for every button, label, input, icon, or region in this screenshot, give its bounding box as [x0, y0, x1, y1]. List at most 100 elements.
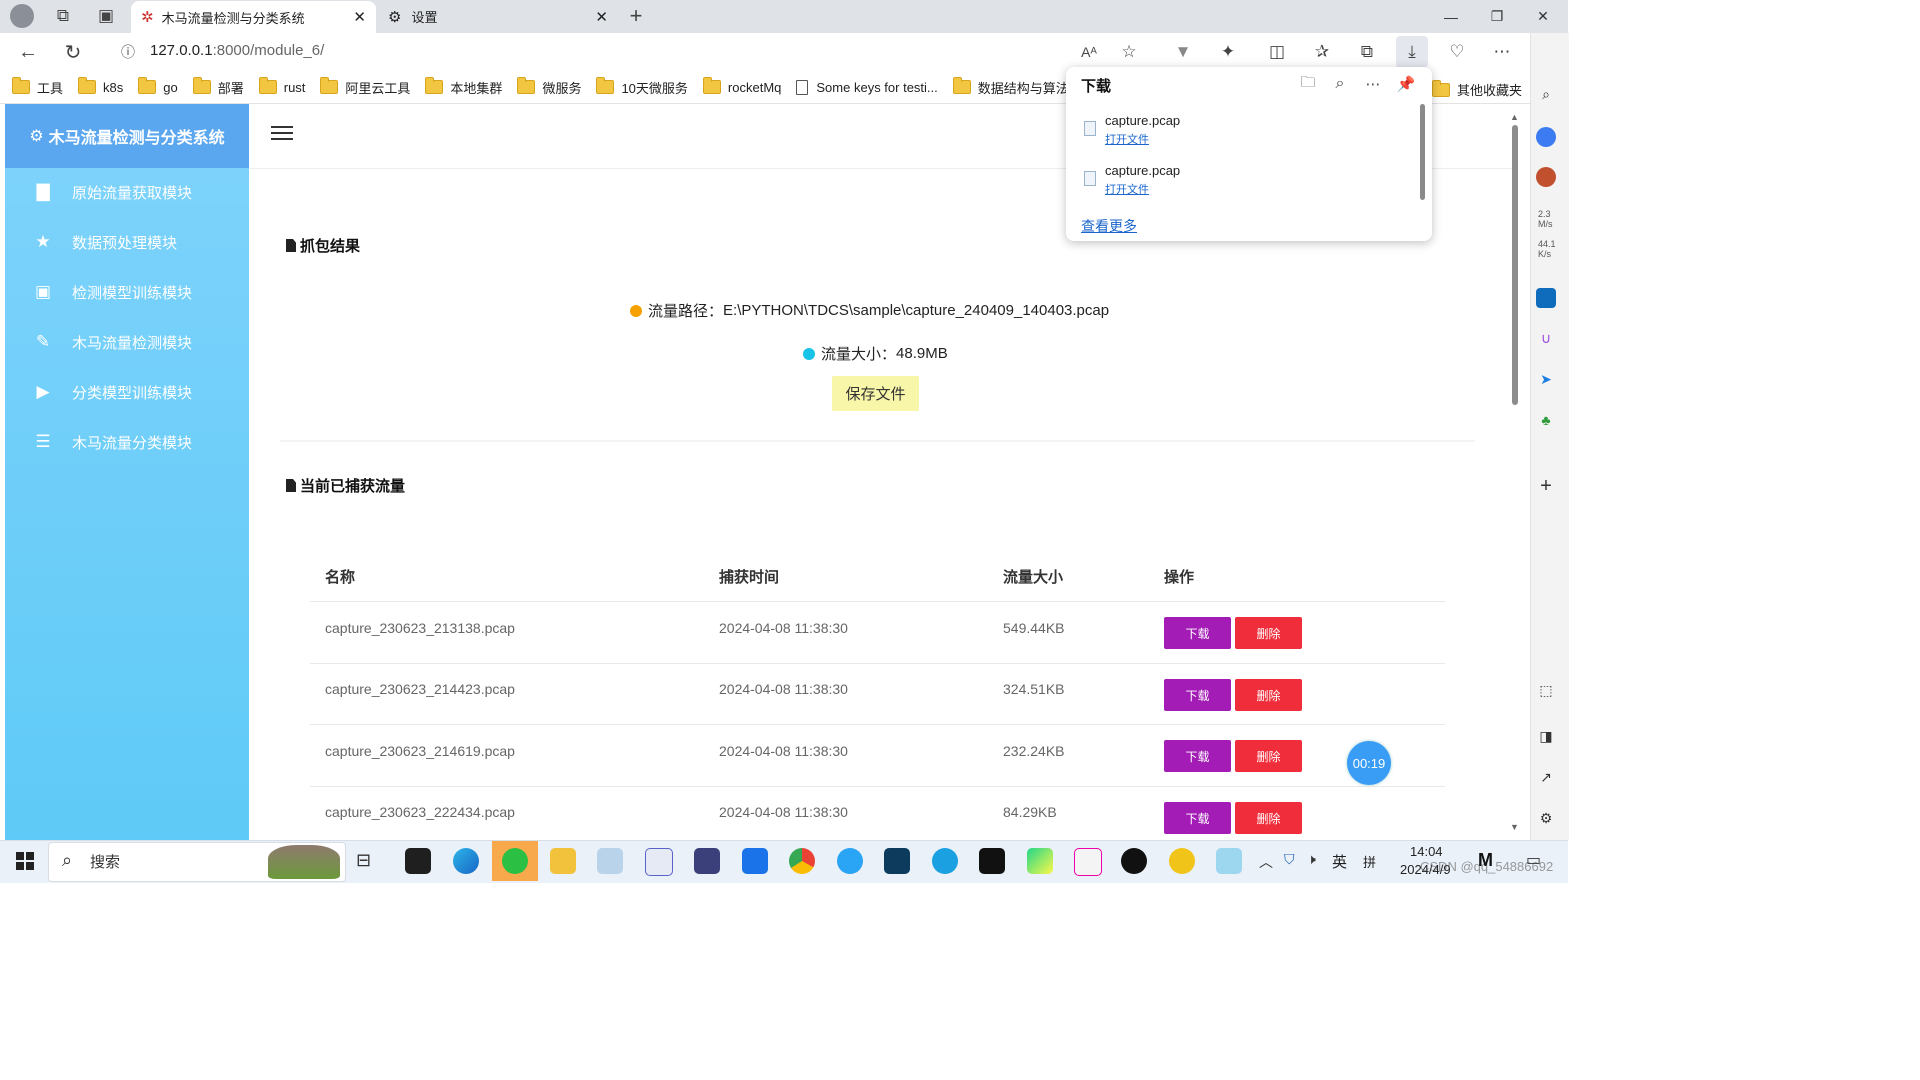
scroll-up-icon[interactable]: ▲	[1510, 112, 1519, 122]
sidebar-toggle-icon[interactable]: ◨	[1536, 726, 1556, 746]
minimize-icon[interactable]: —	[1428, 0, 1474, 33]
sidebar-settings-icon[interactable]: ⚙	[1536, 808, 1556, 828]
bookmark-folder[interactable]: k8s	[78, 77, 123, 95]
outlook-icon[interactable]	[1536, 288, 1556, 308]
tree-icon[interactable]: ♣	[1536, 410, 1556, 430]
toolbox-icon[interactable]	[1536, 167, 1556, 187]
wechat-icon[interactable]	[502, 848, 528, 874]
download-button[interactable]: 下载	[1164, 679, 1231, 711]
bookmark-folder[interactable]: 微服务	[517, 77, 581, 97]
downloads-more-icon[interactable]: ⋯	[1357, 68, 1389, 100]
menu-item-detect[interactable]: ✎ 木马流量检测模块	[5, 317, 249, 367]
rings-app-icon[interactable]	[1169, 848, 1195, 874]
magnet-icon[interactable]: ∪	[1536, 328, 1556, 348]
download-item-name[interactable]: capture.pcap	[1105, 113, 1180, 128]
pycharm-icon[interactable]	[1027, 848, 1053, 874]
open-file-link[interactable]: 打开文件	[1105, 181, 1149, 197]
tray-shield-icon[interactable]: ⛉	[1284, 851, 1295, 868]
download-button[interactable]: 下载	[1164, 617, 1231, 649]
bookmark-folder[interactable]: 本地集群	[425, 77, 502, 97]
console-icon[interactable]	[979, 848, 1005, 874]
ide-x-icon[interactable]	[884, 848, 910, 874]
bookmark-folder[interactable]: 数据结构与算法	[952, 77, 1069, 97]
close-tab-icon[interactable]: ✕	[595, 8, 608, 26]
bookmark-folder[interactable]: 10天微服务	[596, 77, 688, 97]
downloads-icon[interactable]: ⤓	[1396, 36, 1428, 68]
split-screen-icon[interactable]: ◫	[1261, 36, 1293, 68]
delete-button[interactable]: 删除	[1235, 679, 1302, 711]
chat-app-icon[interactable]	[932, 848, 958, 874]
url-field[interactable]: 127.0.0.1:8000/module_6/	[150, 42, 324, 59]
markdown-editor-icon[interactable]	[645, 848, 673, 876]
delete-button[interactable]: 删除	[1235, 617, 1302, 649]
image-viewer-icon[interactable]	[597, 848, 623, 874]
search-icon[interactable]: ⌕	[1536, 84, 1556, 104]
view-more-link[interactable]: 查看更多	[1081, 216, 1137, 236]
other-favorites[interactable]: 其他收藏夹	[1432, 79, 1522, 99]
favorites-icon[interactable]: ✰	[1306, 36, 1338, 68]
download-button[interactable]: 下载	[1164, 802, 1231, 834]
page-scrollbar[interactable]	[1512, 125, 1518, 405]
menu-item-raw-capture[interactable]: ▇ 原始流量获取模块	[5, 167, 249, 217]
qq-icon[interactable]	[1121, 848, 1147, 874]
menu-item-classify[interactable]: ☰ 木马流量分类模块	[5, 417, 249, 467]
pin-icon[interactable]: 📌	[1390, 68, 1422, 100]
edge-browser-icon[interactable]	[453, 848, 479, 874]
favorite-star-icon[interactable]: ☆	[1113, 36, 1145, 68]
read-aloud-icon[interactable]: Aᴬ	[1073, 36, 1105, 68]
app-brand[interactable]: ⚙ 木马流量检测与分类系统	[5, 104, 249, 168]
open-folder-icon[interactable]: 🗀	[1292, 68, 1324, 100]
save-file-button[interactable]: 保存文件	[832, 376, 919, 411]
restore-icon[interactable]: ❐	[1474, 0, 1520, 33]
extensions-puzzle-icon[interactable]: ✦	[1212, 36, 1244, 68]
back-icon[interactable]: ←	[12, 36, 44, 68]
delete-button[interactable]: 删除	[1235, 740, 1302, 772]
search-downloads-icon[interactable]: ⌕	[1324, 68, 1356, 100]
notification-icon[interactable]: ▭	[1526, 850, 1541, 870]
bookmark-folder[interactable]: rust	[258, 77, 305, 95]
collections-icon[interactable]: ⧉	[1351, 36, 1383, 68]
task-view-icon[interactable]: ⊟	[356, 850, 371, 871]
bookmark-folder[interactable]: go	[138, 77, 178, 95]
note-app-icon[interactable]	[1216, 848, 1242, 874]
menu-item-classify-train[interactable]: ▶ 分类模型训练模块	[5, 367, 249, 417]
bookmark-folder[interactable]: 工具	[12, 77, 63, 97]
open-external-icon[interactable]: ↗	[1536, 767, 1556, 787]
tab-actions-icon[interactable]: ▣	[90, 0, 122, 32]
download-item-name[interactable]: capture.pcap	[1105, 163, 1180, 178]
menu-item-detect-train[interactable]: ▣ 检测模型训练模块	[5, 267, 249, 317]
menu-item-preprocess[interactable]: ★ 数据预处理模块	[5, 217, 249, 267]
tab-settings[interactable]: ⚙ 设置 ✕	[378, 0, 618, 33]
file-explorer-icon[interactable]	[550, 848, 576, 874]
close-tab-icon[interactable]: ✕	[353, 8, 366, 26]
input-language[interactable]: 英	[1332, 851, 1347, 872]
volume-icon[interactable]: 🕨	[1307, 851, 1316, 868]
extension-v-icon[interactable]: ▼	[1167, 36, 1199, 68]
windows-start-icon[interactable]	[16, 852, 34, 870]
workspaces-icon[interactable]: ⧉	[47, 0, 79, 32]
window-close-icon[interactable]: ✕	[1520, 0, 1566, 33]
bookmark-folder[interactable]: 部署	[192, 77, 244, 97]
download-button[interactable]: 下载	[1164, 740, 1231, 772]
bookmark-folder[interactable]: rocketMq	[702, 77, 781, 95]
open-file-link[interactable]: 打开文件	[1105, 131, 1149, 147]
color-app-icon[interactable]	[1074, 848, 1102, 876]
input-mode[interactable]: 拼	[1363, 852, 1376, 871]
terminal-icon[interactable]	[405, 848, 431, 874]
tray-expand-icon[interactable]: ︿	[1259, 852, 1273, 872]
refresh-icon[interactable]: ↻	[57, 36, 89, 68]
send-icon[interactable]: ➤	[1536, 369, 1556, 389]
clock-time[interactable]: 14:04	[1410, 844, 1443, 859]
tab-app[interactable]: ✲ 木马流量检测与分类系统 ✕	[131, 1, 376, 33]
shield-app-icon[interactable]	[742, 848, 768, 874]
m-app-icon[interactable]: M	[1478, 850, 1493, 871]
bookmark-folder[interactable]: 阿里云工具	[320, 77, 410, 97]
downloads-scrollbar[interactable]	[1420, 104, 1425, 200]
timer-badge[interactable]: 00:19	[1347, 741, 1391, 785]
screenshot-icon[interactable]: ⬚	[1536, 680, 1556, 700]
profile-avatar-icon[interactable]	[10, 4, 34, 28]
scroll-down-icon[interactable]: ▼	[1510, 822, 1519, 832]
browser-essentials-icon[interactable]: ♡	[1441, 36, 1473, 68]
new-tab-icon[interactable]: +	[620, 0, 652, 32]
site-info-icon[interactable]: ⓘ	[112, 36, 144, 68]
